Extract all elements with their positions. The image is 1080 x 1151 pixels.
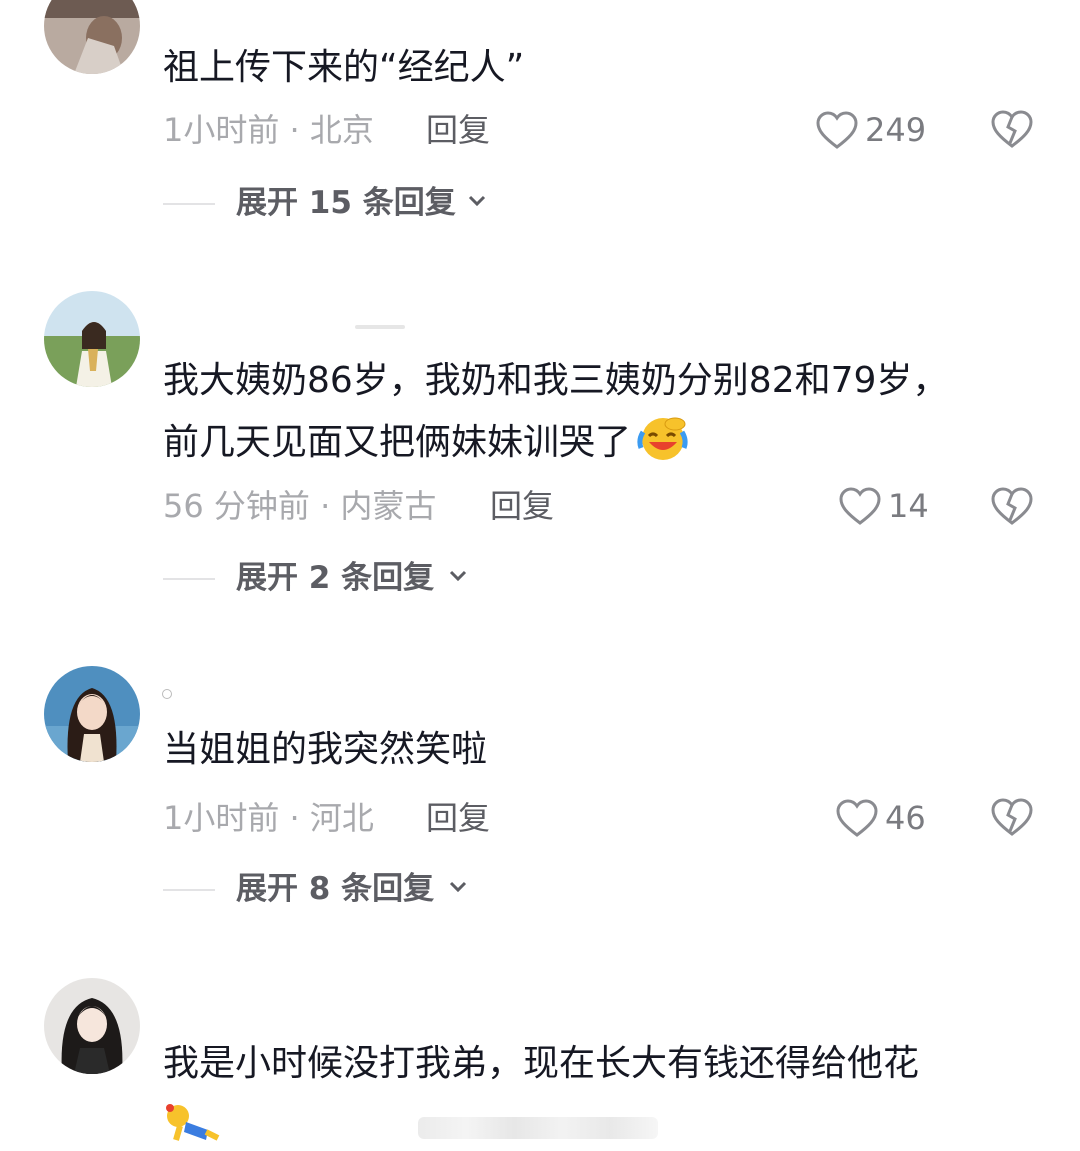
expand-label: 展开 2 条回复: [236, 560, 435, 596]
time-location: 1小时前 · 北京: [163, 111, 374, 149]
comment-list: 祖上传下来的“经纪人” 1小时前 · 北京 回复 249 展开 15 条回复 我…: [0, 0, 1080, 1151]
reply-button[interactable]: 回复: [490, 481, 554, 531]
broken-heart-icon: [991, 110, 1033, 148]
divider-line: [163, 889, 215, 891]
divider-line: [163, 578, 215, 580]
heart-outline-icon: [839, 487, 881, 525]
like-button[interactable]: 46: [835, 793, 926, 843]
like-button[interactable]: 14: [838, 481, 929, 531]
avatar[interactable]: [44, 978, 140, 1074]
chevron-down-icon: [449, 881, 467, 893]
like-count: 249: [865, 111, 927, 149]
comment-line: 我大姨奶86岁，我奶和我三姨奶分别82和79岁，: [163, 360, 949, 401]
time-location: 1小时前 · 河北: [163, 799, 374, 837]
comment-text: 我大姨奶86岁，我奶和我三姨奶分别82和79岁， 前几天见面又把俩妹妹训哭了: [163, 350, 1043, 474]
like-count: 14: [888, 487, 929, 525]
chevron-down-icon: [449, 570, 467, 582]
expand-label: 展开 8 条回复: [236, 871, 435, 907]
heart-outline-icon: [836, 799, 878, 837]
comment-text: 当姐姐的我突然笑啦: [163, 719, 1043, 781]
avatar[interactable]: [44, 291, 140, 387]
yellow-figure-sticker: [160, 1100, 224, 1151]
comment-text: 祖上传下来的“经纪人”: [163, 37, 1043, 99]
text-blur-overlay: [418, 1117, 658, 1139]
laughing-crying-emoji: [637, 414, 691, 482]
dislike-button[interactable]: [990, 797, 1034, 841]
broken-heart-icon: [991, 487, 1033, 525]
reply-button[interactable]: 回复: [426, 793, 490, 843]
comment-text: 我是小时候没打我弟，现在长大有钱还得给他花: [163, 1033, 1043, 1095]
comment-line: 当姐姐的我突然笑啦: [163, 729, 488, 770]
heart-outline-icon: [816, 111, 858, 149]
dislike-button[interactable]: [990, 486, 1034, 530]
avatar[interactable]: [44, 0, 140, 74]
comment-line-wrap: 前几天见面又把俩妹妹训哭了: [163, 412, 1043, 474]
time-location: 56 分钟前 · 内蒙古: [163, 487, 437, 525]
comment-line: 祖上传下来的“经纪人”: [163, 47, 525, 88]
like-count: 46: [885, 799, 926, 837]
like-button[interactable]: 249: [815, 105, 926, 155]
username-blur: [162, 689, 172, 699]
expand-label: 展开 15 条回复: [236, 185, 456, 221]
avatar[interactable]: [44, 666, 140, 762]
dislike-button[interactable]: [990, 109, 1034, 153]
broken-heart-icon: [991, 798, 1033, 836]
divider-line: [163, 203, 215, 205]
comment-line: 我是小时候没打我弟，现在长大有钱还得给他花: [163, 1043, 920, 1084]
username-blur: [355, 325, 405, 329]
chevron-down-icon: [468, 195, 486, 207]
reply-button[interactable]: 回复: [426, 105, 490, 155]
comment-line: 前几天见面又把俩妹妹训哭了: [163, 422, 632, 463]
